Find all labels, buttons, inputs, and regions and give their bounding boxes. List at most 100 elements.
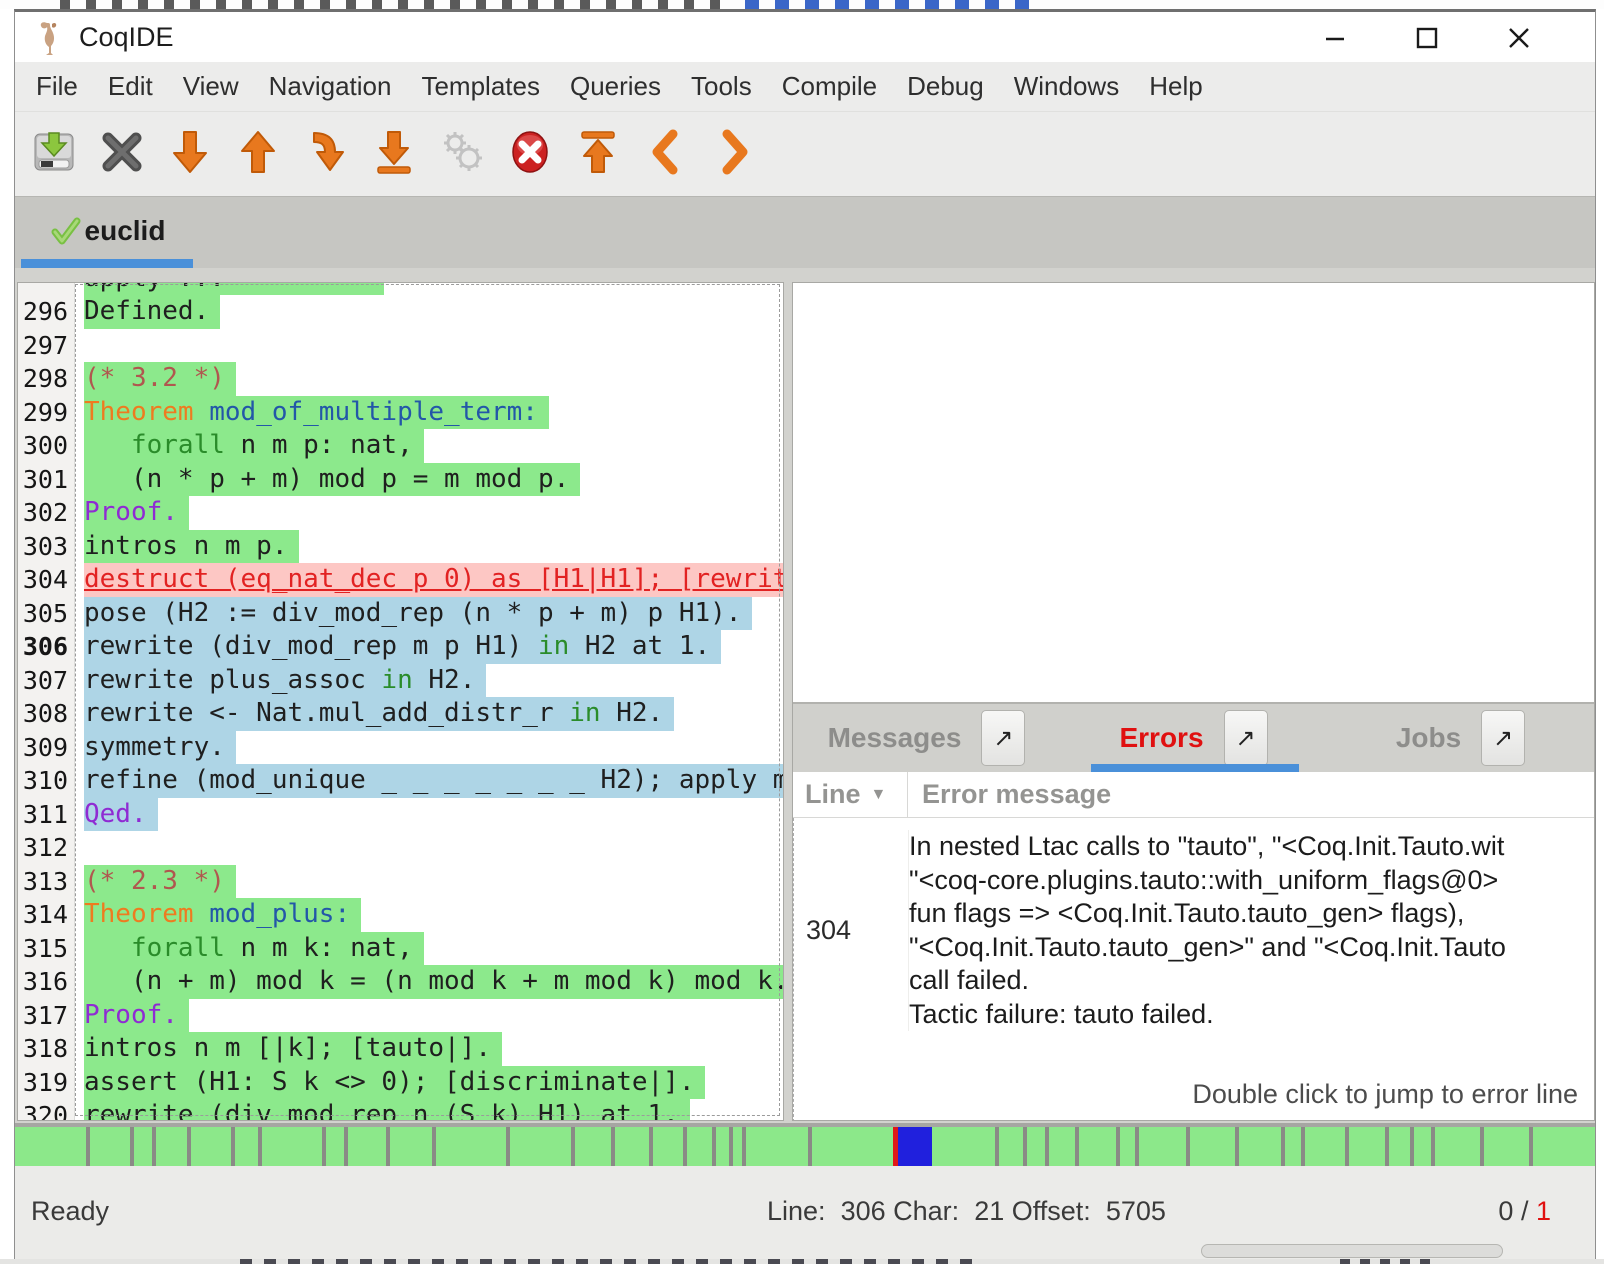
line-number: 297 bbox=[18, 329, 75, 363]
code-line[interactable]: 304destruct (eq_nat_dec p 0) as [H1|H1];… bbox=[18, 563, 783, 597]
interrupt-button[interactable] bbox=[501, 123, 559, 185]
menu-edit[interactable]: Edit bbox=[93, 65, 168, 108]
segment-separator bbox=[571, 1127, 575, 1166]
error-list: 304In nested Ltac calls to "tauto", "<Co… bbox=[793, 818, 1594, 1121]
code-line[interactable]: 311Qed. bbox=[18, 798, 783, 832]
line-number: 302 bbox=[18, 496, 75, 530]
code-line[interactable]: 306rewrite (div_mod_rep m p H1) in H2 at… bbox=[18, 630, 783, 664]
segment-separator bbox=[712, 1127, 716, 1166]
line-number: 313 bbox=[18, 865, 75, 899]
detach-messages-button[interactable]: ↗ bbox=[981, 710, 1025, 766]
menu-windows[interactable]: Windows bbox=[999, 65, 1134, 108]
menu-compile[interactable]: Compile bbox=[767, 65, 892, 108]
menu-view[interactable]: View bbox=[168, 65, 254, 108]
code-line[interactable]: 299Theorem mod_of_multiple_term: bbox=[18, 396, 783, 430]
maximize-button[interactable] bbox=[1405, 22, 1449, 54]
code-line[interactable]: 317Proof. bbox=[18, 999, 783, 1033]
line-column-header[interactable]: Line ▼ bbox=[793, 772, 908, 817]
error-message: In nested Ltac calls to "tauto", "<Coq.I… bbox=[909, 830, 1594, 1031]
code-line[interactable]: 307rewrite plus_assoc in H2. bbox=[18, 664, 783, 698]
close-buffer-button[interactable] bbox=[93, 123, 151, 185]
menu-templates[interactable]: Templates bbox=[406, 65, 555, 108]
forward-one-step-icon bbox=[166, 128, 214, 181]
code-line[interactable]: 309symmetry. bbox=[18, 731, 783, 765]
minimize-icon bbox=[1322, 25, 1348, 51]
back-button[interactable] bbox=[637, 123, 695, 185]
code-line[interactable]: 312 bbox=[18, 831, 783, 865]
menu-queries[interactable]: Queries bbox=[555, 65, 676, 108]
offset-label: Offset: bbox=[1012, 1196, 1091, 1227]
error-row[interactable]: 304In nested Ltac calls to "tauto", "<Co… bbox=[794, 818, 1594, 1031]
menu-tools[interactable]: Tools bbox=[676, 65, 767, 108]
forward-button[interactable] bbox=[705, 123, 763, 185]
code-line[interactable]: 320rewrite (div_mod_rep n (S k) H1) at 1… bbox=[18, 1099, 783, 1121]
code-line[interactable]: 314Theorem mod_plus: bbox=[18, 898, 783, 932]
close-button[interactable] bbox=[1497, 22, 1541, 54]
code-line[interactable]: 300 forall n m p: nat, bbox=[18, 429, 783, 463]
error-list-header: Line ▼ Error message bbox=[793, 772, 1594, 818]
line-number: 307 bbox=[18, 664, 75, 698]
tab-errors[interactable]: Errors ↗ bbox=[1060, 704, 1327, 772]
title-bar[interactable]: CoqIDE bbox=[15, 12, 1595, 62]
segment-separator bbox=[683, 1127, 687, 1166]
forward-one-step-button[interactable] bbox=[161, 123, 219, 185]
code-line[interactable]: 315 forall n m k: nat, bbox=[18, 932, 783, 966]
main-area: apply ...296Defined.297298(* 3.2 *)299Th… bbox=[15, 268, 1595, 1123]
code-line[interactable]: 316 (n + m) mod k = (n mod k + m mod k) … bbox=[18, 965, 783, 999]
code-line[interactable]: 297 bbox=[18, 329, 783, 363]
detach-icon: ↗ bbox=[993, 724, 1013, 753]
restart-button[interactable] bbox=[569, 123, 627, 185]
minimize-button[interactable] bbox=[1313, 22, 1357, 54]
message-column-header[interactable]: Error message bbox=[908, 772, 1594, 817]
code-line[interactable]: apply ... bbox=[18, 283, 783, 295]
code-line[interactable]: 319assert (H1: S k <> 0); [discriminate|… bbox=[18, 1066, 783, 1100]
tab-messages[interactable]: Messages ↗ bbox=[793, 704, 1060, 772]
coqide-window: CoqIDE FileEditViewNavigationTemplatesQu… bbox=[14, 9, 1596, 1259]
detach-icon: ↗ bbox=[1493, 724, 1513, 753]
menu-debug[interactable]: Debug bbox=[892, 65, 999, 108]
line-number: 311 bbox=[18, 798, 75, 832]
segment-separator bbox=[995, 1127, 999, 1166]
line-number: 317 bbox=[18, 999, 75, 1033]
menu-help[interactable]: Help bbox=[1134, 65, 1217, 108]
backward-one-step-button[interactable] bbox=[229, 123, 287, 185]
horizontal-scrollbar[interactable] bbox=[1201, 1244, 1503, 1258]
goals-view[interactable] bbox=[793, 283, 1594, 702]
background-window-fragment bbox=[240, 1259, 980, 1264]
detach-jobs-button[interactable]: ↗ bbox=[1481, 710, 1525, 766]
script-editor[interactable]: apply ...296Defined.297298(* 3.2 *)299Th… bbox=[17, 282, 784, 1121]
segment-separator bbox=[344, 1127, 348, 1166]
line-number: 312 bbox=[18, 831, 75, 865]
go-to-end-button[interactable] bbox=[365, 123, 423, 185]
code-line[interactable]: 296Defined. bbox=[18, 295, 783, 329]
make-button[interactable] bbox=[433, 123, 491, 185]
tab-euclid[interactable]: euclid bbox=[21, 201, 193, 260]
code-line[interactable]: 302Proof. bbox=[18, 496, 783, 530]
window-title: CoqIDE bbox=[79, 22, 174, 53]
code-line[interactable]: 308rewrite <- Nat.mul_add_distr_r in H2. bbox=[18, 697, 783, 731]
segment-separator bbox=[1186, 1127, 1190, 1166]
segment-separator bbox=[386, 1127, 390, 1166]
line-number: 303 bbox=[18, 530, 75, 564]
errors-tab-label: Errors bbox=[1119, 722, 1203, 754]
menu-navigation[interactable]: Navigation bbox=[254, 65, 407, 108]
code-line[interactable]: 303intros n m p. bbox=[18, 530, 783, 564]
code-line[interactable]: 305pose (H2 := div_mod_rep (n * p + m) p… bbox=[18, 597, 783, 631]
code-line[interactable]: 318intros n m [|k]; [tauto|]. bbox=[18, 1032, 783, 1066]
code-line[interactable]: 310refine (mod_unique _ _ _ _ _ _ _ H2);… bbox=[18, 764, 783, 798]
code-line[interactable]: 313(* 2.3 *) bbox=[18, 865, 783, 899]
close-buffer-icon bbox=[98, 128, 146, 181]
tab-jobs[interactable]: Jobs ↗ bbox=[1327, 704, 1594, 772]
segment-separator bbox=[1529, 1127, 1533, 1166]
detach-errors-button[interactable]: ↗ bbox=[1224, 710, 1268, 766]
coqide-logo-icon bbox=[33, 20, 65, 56]
save-button[interactable] bbox=[25, 123, 83, 185]
line-number: 315 bbox=[18, 932, 75, 966]
line-number: 318 bbox=[18, 1032, 75, 1066]
background-window-fragment bbox=[60, 0, 730, 9]
line-value: 306 bbox=[841, 1196, 886, 1227]
menu-file[interactable]: File bbox=[21, 65, 93, 108]
code-line[interactable]: 298(* 3.2 *) bbox=[18, 362, 783, 396]
go-to-cursor-button[interactable] bbox=[297, 123, 355, 185]
code-line[interactable]: 301 (n * p + m) mod p = m mod p. bbox=[18, 463, 783, 497]
